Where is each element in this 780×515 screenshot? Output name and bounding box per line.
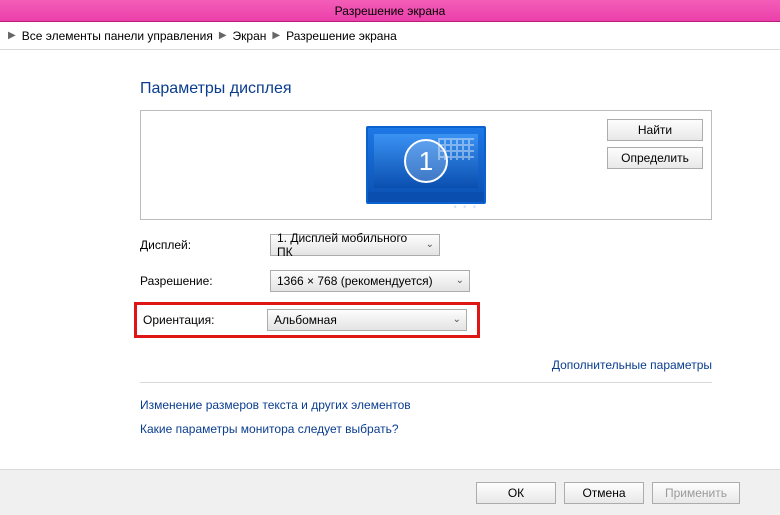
orientation-select-value: Альбомная	[274, 313, 337, 327]
detect-button[interactable]: Определить	[607, 147, 703, 169]
breadcrumb: ▶ Все элементы панели управления ▶ Экран…	[0, 22, 780, 50]
help-links: Изменение размеров текста и других элеме…	[140, 393, 780, 441]
advanced-settings-link[interactable]: Дополнительные параметры	[552, 358, 712, 372]
window-title: Разрешение экрана	[335, 4, 446, 18]
find-button[interactable]: Найти	[607, 119, 703, 141]
row-resolution: Разрешение: 1366 × 768 (рекомендуется) ⌄	[140, 270, 780, 292]
breadcrumb-item-resolution[interactable]: Разрешение экрана	[286, 29, 397, 43]
chevron-down-icon: ⌄	[456, 275, 464, 286]
dialog-footer: ОК Отмена Применить	[0, 469, 780, 515]
resolution-label: Разрешение:	[140, 274, 270, 288]
divider	[140, 382, 712, 383]
chevron-down-icon: ⌄	[453, 314, 461, 325]
resolution-select-value: 1366 × 768 (рекомендуется)	[277, 274, 433, 288]
monitor-preview[interactable]: 1 • • •	[366, 126, 486, 204]
window-titlebar: Разрешение экрана	[0, 0, 780, 22]
grid-icon	[438, 138, 474, 160]
cancel-button[interactable]: Отмена	[564, 482, 644, 504]
row-display: Дисплей: 1. Дисплей мобильного ПК ⌄	[140, 234, 780, 256]
display-preview-panel: 1 • • • Найти Определить	[140, 110, 712, 220]
display-select[interactable]: 1. Дисплей мобильного ПК ⌄	[270, 234, 440, 256]
chevron-right-icon[interactable]: ▶	[8, 30, 16, 41]
link-text-size[interactable]: Изменение размеров текста и других элеме…	[140, 393, 780, 417]
link-which-monitor[interactable]: Какие параметры монитора следует выбрать…	[140, 417, 780, 441]
ok-button[interactable]: ОК	[476, 482, 556, 504]
breadcrumb-item-control-panel[interactable]: Все элементы панели управления	[22, 29, 213, 43]
apply-button[interactable]: Применить	[652, 482, 740, 504]
monitor-controls-icon: • • •	[454, 202, 478, 212]
advanced-settings-row: Дополнительные параметры	[140, 358, 712, 372]
display-select-value: 1. Дисплей мобильного ПК	[277, 231, 419, 259]
breadcrumb-item-screen[interactable]: Экран	[233, 29, 267, 43]
orientation-select[interactable]: Альбомная ⌄	[267, 309, 467, 331]
display-label: Дисплей:	[140, 238, 270, 252]
chevron-right-icon[interactable]: ▶	[219, 30, 227, 41]
monitor-screen: 1	[374, 134, 478, 188]
chevron-right-icon[interactable]: ▶	[272, 30, 280, 41]
resolution-select[interactable]: 1366 × 768 (рекомендуется) ⌄	[270, 270, 470, 292]
content-area: Параметры дисплея 1 • • • Найти Определи…	[0, 50, 780, 469]
page-heading: Параметры дисплея	[140, 80, 780, 98]
orientation-label: Ориентация:	[137, 313, 267, 327]
row-orientation-highlighted: Ориентация: Альбомная ⌄	[134, 302, 480, 338]
chevron-down-icon: ⌄	[426, 239, 434, 250]
